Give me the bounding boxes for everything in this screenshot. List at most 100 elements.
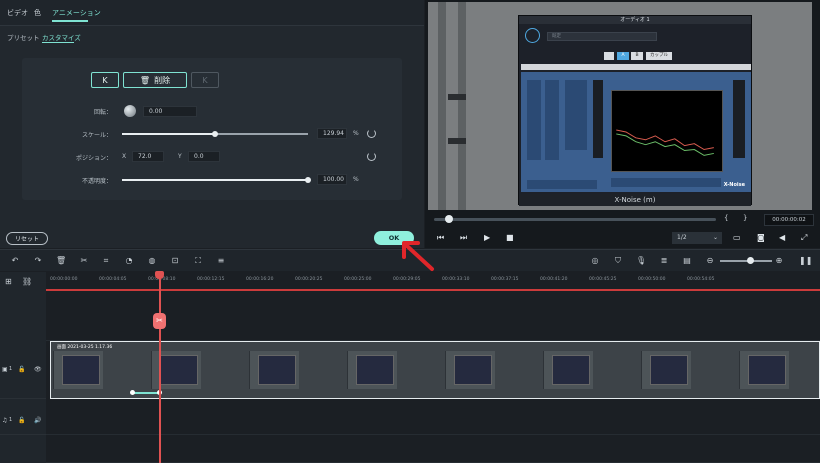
thumbnail-screen	[454, 355, 492, 385]
cut-icon[interactable]: ✂	[79, 256, 89, 266]
next-keyframe-button[interactable]: K	[191, 72, 219, 88]
subtab-presets[interactable]: プリセット	[7, 32, 40, 42]
reset-button[interactable]: リセット	[6, 232, 48, 245]
ruler-tick: 00:00:29:05	[393, 277, 421, 282]
clip-thumbnail	[347, 351, 397, 389]
ruler-tick: 00:00:41:20	[540, 277, 568, 282]
position-y-input[interactable]: 0.0	[188, 151, 220, 162]
thumbnail-screen	[258, 355, 296, 385]
tab-color[interactable]: 色	[34, 8, 41, 18]
daw-read-label	[448, 94, 466, 100]
zoom-slider-knob[interactable]	[747, 257, 754, 264]
plugin-reduction-fader[interactable]	[545, 80, 559, 160]
color-icon[interactable]: ◍	[147, 256, 157, 266]
subtitle-icon[interactable]: ▤	[682, 256, 692, 266]
speed-icon[interactable]: ◔	[124, 256, 134, 266]
audio-lock-icon[interactable]: 🔓	[18, 417, 25, 424]
link-icon[interactable]: ⛓	[22, 277, 32, 286]
redo-icon[interactable]: ↷	[33, 256, 43, 266]
scale-reset-icon[interactable]	[367, 129, 376, 138]
render-icon[interactable]: ◎	[590, 256, 600, 266]
fit-icon[interactable]: ⛶	[193, 256, 203, 266]
marker-icon[interactable]: ⊡	[170, 256, 180, 266]
rotation-dial[interactable]	[124, 105, 136, 117]
preview-scrubber[interactable]	[434, 218, 716, 221]
plugin-gear-icon[interactable]	[604, 52, 614, 60]
opacity-label: 不透明度：	[81, 178, 112, 185]
video-track-header: ▣ 1 🔓 👁	[0, 341, 46, 399]
zoom-in-icon[interactable]: ⊕	[774, 256, 784, 266]
plugin-quality-buttons[interactable]	[527, 180, 597, 189]
zoom-out-icon[interactable]: ⊖	[705, 256, 715, 266]
eye-icon[interactable]: 👁	[34, 366, 42, 373]
rotation-label: 回転：	[93, 109, 112, 116]
crop-icon[interactable]: ⌗	[101, 256, 111, 266]
audio-track-number: 1	[9, 417, 13, 423]
thumbnail-screen	[356, 355, 394, 385]
snapshot-icon[interactable]: ◙	[757, 233, 765, 242]
ruler-tick: 00:00:33:10	[442, 277, 470, 282]
keyframe-marker[interactable]	[130, 390, 135, 395]
plugin-meter-left	[593, 80, 603, 158]
subtab-customize[interactable]: カスタマイズ	[42, 32, 81, 42]
delete-keyframe-button[interactable]: 🗑 削除	[123, 72, 187, 88]
playhead[interactable]	[159, 272, 161, 463]
editor-tabbar: ビデオ 色 アニメーション	[0, 0, 424, 26]
clip-thumbnail	[543, 351, 593, 389]
plugin-name: X-Noise (m)	[519, 194, 751, 206]
tab-video[interactable]: ビデオ	[7, 8, 28, 18]
plugin-noise-profile[interactable]	[611, 178, 721, 187]
shield-icon[interactable]: ⛉	[613, 256, 623, 266]
daw-strip	[438, 2, 446, 210]
step-forward-icon[interactable]: ⏭	[460, 233, 467, 243]
step-back-icon[interactable]: ⏮	[437, 233, 444, 243]
plugin-compare-button[interactable]: カップル	[646, 52, 672, 60]
audio-mixer-icon[interactable]: ≣	[659, 256, 669, 266]
ruler-tick: 00:00:45:25	[589, 277, 617, 282]
preview-quality-select[interactable]: 1/2 ⌄	[672, 232, 722, 244]
scale-input[interactable]: 129.94	[317, 128, 347, 139]
tab-animation[interactable]: アニメーション	[52, 8, 101, 18]
ruler-tick: 00:00:16:20	[246, 277, 274, 282]
video-clip[interactable]: 画面 2021-03-25 1.17.36	[50, 341, 820, 399]
position-reset-icon[interactable]	[367, 152, 376, 161]
scale-slider-knob[interactable]	[212, 131, 218, 137]
delete-keyframe-label: 削除	[154, 75, 171, 85]
stop-icon[interactable]: ■	[506, 233, 514, 242]
split-scissors-icon[interactable]: ✂	[153, 313, 166, 329]
plugin-b-button[interactable]: B	[631, 52, 643, 60]
chevron-down-icon: ⌄	[712, 234, 718, 241]
delete-icon[interactable]: 🗑	[56, 256, 66, 266]
keyframe-segment	[133, 392, 159, 394]
playhead-handle[interactable]	[155, 271, 164, 279]
preview-scrubber-knob[interactable]	[445, 215, 453, 223]
mark-in-icon[interactable]: {	[724, 214, 728, 222]
clip-thumbnail	[641, 351, 691, 389]
display-icon[interactable]: ▭	[733, 233, 741, 242]
plugin-a-button[interactable]: A	[617, 52, 629, 60]
audio-track-row	[46, 399, 820, 435]
opacity-slider-fill	[122, 179, 308, 181]
rotation-input[interactable]: 0.00	[143, 106, 197, 117]
mark-out-icon[interactable]: }	[743, 214, 747, 222]
speaker-icon[interactable]: 🔊	[34, 417, 41, 424]
opacity-unit: %	[353, 176, 359, 183]
opacity-slider-knob[interactable]	[305, 177, 311, 183]
pause-icon[interactable]: ❚❚	[799, 256, 812, 266]
plugin-threshold-fader[interactable]	[527, 80, 541, 160]
adjust-icon[interactable]: ≡	[216, 256, 226, 266]
property-panel: ビデオ 色 アニメーション プリセット カスタマイズ K 🗑 削除 K 回転： …	[0, 0, 424, 248]
lock-icon[interactable]: 🔓	[18, 366, 25, 373]
undo-icon[interactable]: ↶	[10, 256, 20, 266]
volume-icon[interactable]: ◀	[779, 233, 785, 242]
fullscreen-icon[interactable]: ⤢	[801, 233, 807, 243]
power-icon[interactable]	[525, 28, 540, 43]
opacity-input[interactable]: 100.00	[317, 174, 347, 185]
play-icon[interactable]: ▶	[484, 233, 490, 242]
add-track-icon[interactable]: ⊞	[5, 277, 12, 286]
prev-keyframe-button[interactable]: K	[91, 72, 119, 88]
plugin-preset-select[interactable]: 既定	[547, 32, 657, 41]
zoom-slider[interactable]	[720, 260, 772, 262]
position-x-input[interactable]: 72.0	[132, 151, 164, 162]
mic-icon[interactable]: 🎙	[636, 256, 646, 266]
